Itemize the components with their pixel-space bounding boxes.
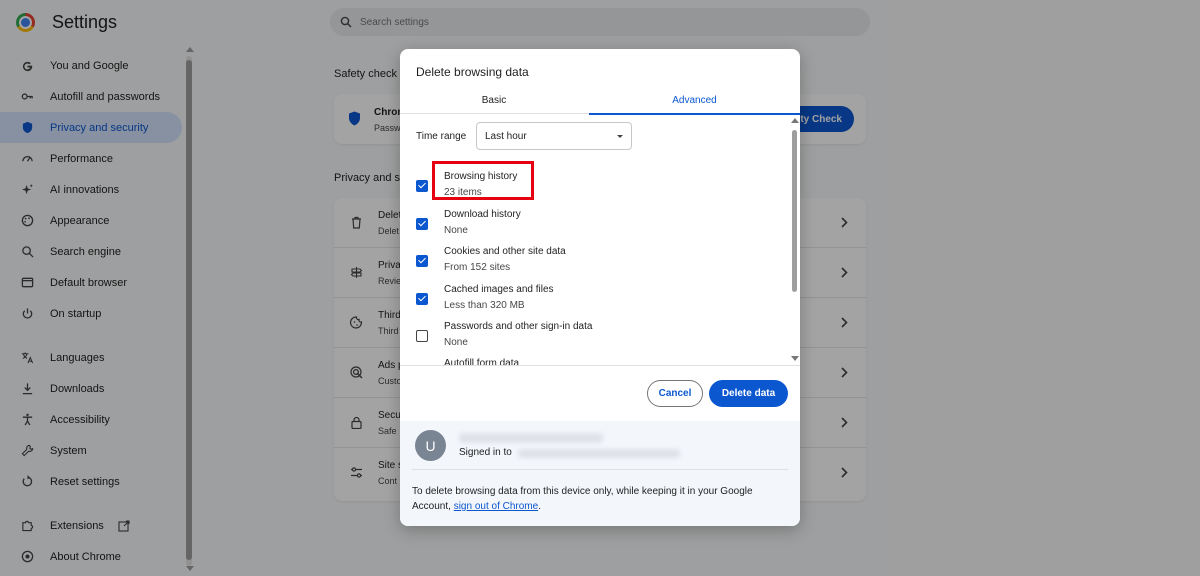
blurred-account-email [518, 449, 680, 458]
cancel-button[interactable]: Cancel [647, 380, 703, 407]
cached-images-checkbox[interactable] [416, 293, 428, 305]
options-scroll-area[interactable]: Time range Last hour Browsing history 23… [400, 114, 800, 366]
sign-out-note: To delete browsing data from this device… [412, 484, 782, 514]
option-subtitle: From 152 sites [444, 262, 511, 273]
tab-advanced[interactable]: Advanced [589, 87, 800, 115]
option-autofill[interactable]: Autofill form data [400, 357, 790, 366]
option-title: Download history [444, 209, 521, 220]
time-range-label: Time range [416, 131, 467, 142]
signed-in-label: Signed in to [459, 447, 512, 458]
dialog-tabs: Basic Advanced [400, 87, 800, 115]
dropdown-caret-icon [617, 135, 623, 138]
option-title: Passwords and other sign-in data [444, 321, 593, 332]
scroll-down-arrow[interactable] [791, 356, 799, 361]
option-cached-images[interactable]: Cached images and files Less than 320 MB [400, 283, 790, 320]
tab-basic[interactable]: Basic [400, 87, 588, 114]
scroll-up-arrow[interactable] [791, 118, 799, 123]
time-range-select[interactable]: Last hour [476, 122, 632, 150]
delete-browsing-data-dialog: Delete browsing data Basic Advanced Time… [400, 49, 800, 526]
account-section: U Signed in to To delete browsing data f… [400, 421, 800, 526]
avatar: U [415, 430, 446, 461]
option-subtitle: Less than 320 MB [444, 300, 525, 311]
option-title: Cached images and files [444, 284, 554, 295]
time-range-value: Last hour [485, 130, 527, 142]
highlight-box [432, 161, 534, 200]
delete-data-button[interactable]: Delete data [709, 380, 788, 407]
option-passwords[interactable]: Passwords and other sign-in data None [400, 320, 790, 357]
scrollbar-thumb[interactable] [792, 130, 797, 292]
option-subtitle: None [444, 337, 468, 348]
download-history-checkbox[interactable] [416, 218, 428, 230]
option-title: Cookies and other site data [444, 246, 566, 257]
passwords-checkbox[interactable] [416, 330, 428, 342]
dialog-title: Delete browsing data [416, 65, 529, 79]
browsing-history-checkbox[interactable] [416, 180, 428, 192]
account-divider [412, 469, 788, 470]
option-cookies[interactable]: Cookies and other site data From 152 sit… [400, 245, 790, 282]
dialog-scrollbar[interactable] [790, 114, 800, 365]
option-title: Autofill form data [444, 358, 520, 366]
option-download-history[interactable]: Download history None [400, 208, 790, 245]
sign-out-link[interactable]: sign out of Chrome [454, 501, 539, 512]
option-subtitle: None [444, 225, 468, 236]
cookies-checkbox[interactable] [416, 255, 428, 267]
blurred-account-name [459, 433, 603, 443]
note-end: . [538, 501, 541, 512]
